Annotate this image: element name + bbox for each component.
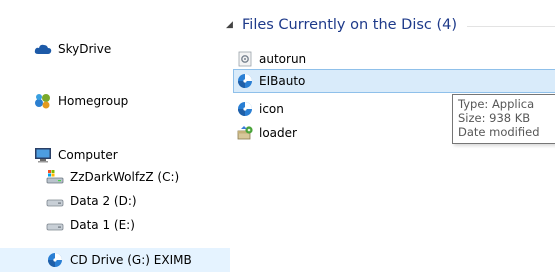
group-title: Files Currently on the Disc (4) (242, 17, 458, 33)
nav-item-drive-c[interactable]: ZzDarkWolfzZ (C:) (0, 166, 230, 188)
nav-item-skydrive[interactable]: SkyDrive (0, 38, 230, 60)
nav-item-label: Homegroup (58, 94, 129, 108)
computer-monitor-icon (34, 147, 52, 163)
cd-drive-icon (46, 252, 64, 268)
homegroup-icon (34, 93, 52, 109)
group-divider (467, 25, 555, 27)
file-item-autorun[interactable]: autorun (234, 48, 555, 70)
tooltip-size: Size: 938 KB (458, 111, 531, 125)
nav-item-label: ZzDarkWolfzZ (C:) (70, 170, 180, 184)
nav-item-label: SkyDrive (58, 42, 112, 56)
skydrive-cloud-icon (34, 41, 52, 57)
application-icon (236, 73, 254, 89)
collapse-triangle-icon[interactable]: ◢ (226, 20, 240, 30)
tooltip-date-modified: Date modified (458, 125, 540, 139)
nav-item-drive-d[interactable]: Data 2 (D:) (0, 190, 230, 212)
nav-item-computer[interactable]: Computer (0, 144, 230, 166)
nav-item-label: Data 1 (E:) (70, 218, 135, 232)
application-icon (236, 101, 254, 117)
group-header[interactable]: ◢ Files Currently on the Disc (4) (226, 14, 555, 36)
file-name: icon (259, 102, 284, 116)
tooltip-type: Type: Applica (458, 97, 535, 111)
file-name: EIBauto (259, 74, 306, 88)
system-drive-icon (46, 169, 64, 185)
file-name: autorun (259, 52, 307, 66)
nav-item-label: Data 2 (D:) (70, 194, 137, 208)
hard-drive-icon (46, 217, 64, 233)
hard-drive-icon (46, 193, 64, 209)
nav-item-homegroup[interactable]: Homegroup (0, 90, 230, 112)
nav-item-drive-e[interactable]: Data 1 (E:) (0, 214, 230, 236)
navigation-pane: SkyDrive Homegroup Computer ZzDarkWolfzZ… (0, 0, 230, 272)
file-item-eibauto[interactable]: EIBauto (233, 69, 555, 93)
settings-file-icon (236, 51, 254, 67)
nav-item-label: CD Drive (G:) EXIMB (70, 253, 192, 267)
file-info-tooltip: Type: Applica Size: 938 KB Date modified (452, 94, 555, 144)
nav-item-label: Computer (58, 148, 118, 162)
nav-item-cd-drive[interactable]: CD Drive (G:) EXIMB (0, 248, 230, 272)
file-name: loader (259, 126, 297, 140)
installer-icon (236, 125, 254, 141)
